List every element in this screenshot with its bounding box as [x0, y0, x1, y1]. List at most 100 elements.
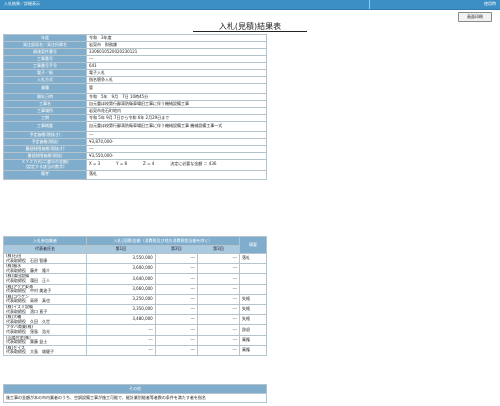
info-label: 年度 [3, 34, 87, 42]
round3-cell: --- [196, 283, 241, 295]
company-header: 代表者氏名 [3, 245, 87, 254]
info-label: 最低制限価格(税抜) [3, 152, 87, 160]
company-cell: (株)モイス 代表取締役 大島 雄健子 [3, 344, 87, 356]
info-row: 工期 令和 5年 9月 7日から令和 6年 2月29日まで [3, 114, 267, 122]
remark-cell: 失格 [239, 293, 267, 305]
round2-cell: --- [154, 293, 198, 305]
table-row: (株)イズミ設備 代表取締役 濱口 直子 3,350,000 --- --- 失格 [3, 303, 267, 316]
info-value: 令和 5年 9月 7日から令和 6年 2月29日まで [86, 114, 267, 122]
remark-cell: 失格 [239, 303, 267, 316]
round3-cell: --- [196, 314, 241, 326]
round2-cell: --- [154, 314, 198, 326]
bidder-header: 入札参加業者 [3, 236, 87, 246]
info-label: 備考 [3, 169, 87, 180]
page-title: 入札(見積)結果表 [193, 22, 307, 32]
round1-cell: --- [86, 324, 156, 336]
info-value: 3306010520020230121 [86, 48, 267, 56]
round2-cell: --- [154, 303, 198, 316]
round2-cell: --- [154, 334, 198, 346]
table-row: (株)モイス 代表取締役 大島 雄健子 --- --- --- 棄権 [3, 344, 267, 356]
top-bar-right-panel: 使用時 [369, 0, 500, 9]
remark-cell: 棄権 [239, 344, 267, 356]
remark-cell [239, 273, 267, 285]
info-label: 工事場所 [3, 107, 87, 115]
company-cell: (株)龍水 代表取締役 藤井 隆介 [3, 263, 87, 275]
print-button[interactable]: 画面印刷 [458, 12, 492, 22]
round2-cell: --- [154, 273, 198, 285]
remarks-header: 摘要 [239, 236, 267, 254]
info-label: 工事名 [3, 100, 87, 108]
info-row: 工事概要 自元重ほ校第行鄙滴防衛車場旧工事に伴う機械設備工事 機械設備工事一式 [3, 121, 267, 132]
top-bar-right-label: 使用時 [484, 1, 496, 6]
info-value: 自元重ほ校第行鄙滴防衛車場旧工事に伴う機械設備工事 [86, 100, 267, 108]
info-value: 自元重ほ校第行鄙滴防衛車場旧工事に伴う機械設備工事 機械設備工事一式 [86, 121, 267, 132]
round1-cell: 3,640,000 [86, 273, 156, 285]
info-value: 電子入札 [86, 69, 267, 77]
table-row: (株)石田 代表取締役 石田 智康 3,550,000 --- --- 落札 [3, 252, 267, 265]
round3-cell: --- [196, 324, 241, 336]
table-row: (株)龍水 代表取締役 藤井 隆介 3,600,000 --- --- [3, 263, 267, 275]
table-row: (山陽住宅(株) 代表取締役 葉藤 益士 --- --- --- 棄権 [3, 334, 267, 346]
info-value: 岩見市花石町地内 [86, 107, 267, 115]
info-row: 工事場所 岩見市花石町地内 [3, 107, 267, 115]
round2-cell: --- [154, 324, 198, 336]
info-label: 予定価格(税抜) [3, 138, 87, 146]
info-row: 備考 落札 [3, 169, 267, 180]
table-row: フタバ商業(株) 代表取締役 窪島 浩光 --- --- --- 辞退 [3, 324, 267, 336]
round1-cell: 3,480,000 [86, 314, 156, 326]
info-row: 発注部局名／発注所属名 岩見市 財務課 [3, 41, 267, 49]
info-label: 工事番号手号 [3, 62, 87, 70]
info-label: 発注部局名／発注所属名 [3, 41, 87, 49]
company-cell: (株)蒲田設備 代表取締役 蒲田 正人 [3, 273, 87, 285]
remark-cell [239, 263, 267, 275]
table-row: (株)大輔 代表取締役 久田 久世 3,480,000 --- --- 失格 [3, 314, 267, 326]
breadcrumb: 入札結果／詳細表示 [4, 1, 40, 6]
info-label: 最低制限価格(税抜き) [3, 145, 87, 153]
round1-cell: --- [86, 344, 156, 356]
info-value: --- [86, 131, 267, 139]
info-value: 641 [86, 62, 267, 70]
info-row: 工事番号 --- [3, 55, 267, 63]
company-cell: (株)石田 代表取締役 石田 智康 [3, 252, 87, 265]
info-row: 工事名 自元重ほ校第行鄙滴防衛車場旧工事に伴う機械設備工事 [3, 100, 267, 108]
round2-cell: --- [154, 344, 198, 356]
info-row: 予定価格(税抜) ¥3,870,000- [3, 138, 267, 146]
round3-cell: --- [196, 252, 241, 265]
round1-cell: 3,660,000 [86, 283, 156, 295]
top-bar: 入札結果／詳細表示 使用時 [0, 0, 500, 10]
info-value: 管 [86, 83, 267, 94]
round2-cell: --- [154, 263, 198, 275]
bidder-results-table: 入札参加業者 入札(見積)金額（消費税及び地方消費税相当額を除く） 摘要 代表者… [3, 236, 267, 356]
info-label: 工事番号 [3, 55, 87, 63]
info-row: 予定価格(税抜き) --- [3, 131, 267, 139]
info-value: 令和 5年 9月 7日 10時45分 [86, 93, 267, 101]
company-cell: (山陽住宅(株) 代表取締役 葉藤 益士 [3, 334, 87, 346]
round3-cell: --- [196, 293, 241, 305]
info-label: 工期 [3, 114, 87, 122]
other-text: 施工事の金額が本の市内業者のうち、空調設備工事が施工可能で、能計業別能者等者数の… [3, 393, 267, 403]
round2-cell: --- [154, 252, 198, 265]
round3-cell: --- [196, 344, 241, 356]
remark-cell: 辞退 [239, 324, 267, 336]
round1-cell: 3,600,000 [86, 263, 156, 275]
company-cell: フタバ商業(株) 代表取締役 窪島 浩光 [3, 324, 87, 336]
info-label: 予定価格(税抜き) [3, 131, 87, 139]
info-value: --- [86, 55, 267, 63]
company-cell: (株)アクア東海 代表取締役 中村 美波子 [3, 283, 87, 295]
info-row: 業種管 [3, 83, 267, 94]
info-value: 落札 [86, 169, 267, 180]
info-value: ¥3,870,000- [86, 138, 267, 146]
info-value: 岩見市 財務課 [86, 41, 267, 49]
remark-cell [239, 283, 267, 295]
remark-cell: 落札 [239, 252, 267, 265]
info-value: --- [86, 145, 267, 153]
info-row: 電子／紙 電子入札 [3, 69, 267, 77]
amounts-header: 入札(見積)金額（消費税及び地方消費税相当額を除く） [86, 236, 240, 246]
company-cell: (株)イズミ設備 代表取締役 濱口 直子 [3, 303, 87, 316]
round3-cell: --- [196, 303, 241, 316]
info-row: ＸＹＺ方式(二重号の金額) (設定する該当の数字) X = 3 Y = 8 Z =… [3, 159, 267, 171]
other-notes-table: その他 施工事の金額が本の市内業者のうち、空調設備工事が施工可能で、能計業別能者… [3, 384, 267, 403]
round1-cell: 3,550,000 [86, 252, 156, 265]
remark-cell: 棄権 [239, 334, 267, 346]
info-value: 指名競争入札 [86, 76, 267, 84]
